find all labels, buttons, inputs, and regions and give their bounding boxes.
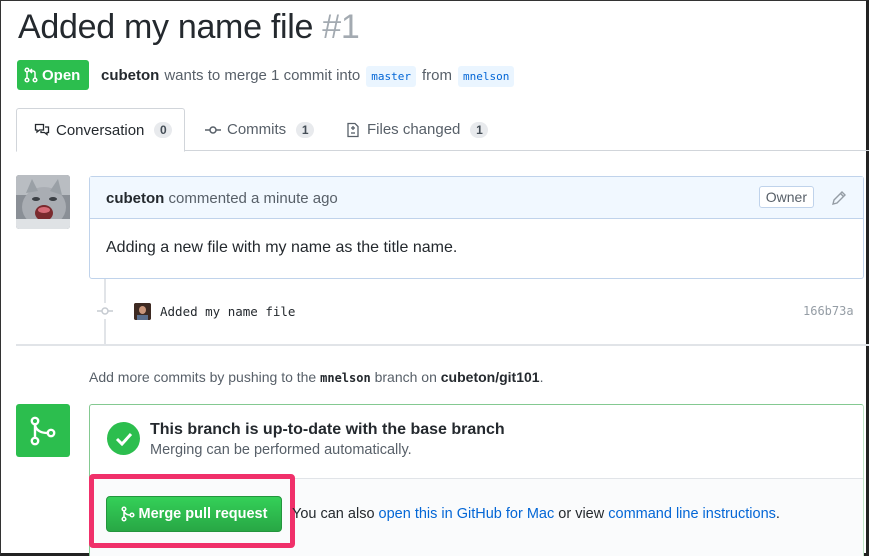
tab-label: Files changed [367,121,461,138]
comment-discussion-icon [34,123,50,136]
tab-commits[interactable]: Commits 1 [205,108,315,151]
avatar[interactable] [16,175,70,229]
hint-prefix: Add more commits by pushing to the [89,369,317,385]
git-pull-request-icon [24,67,38,83]
comment-time[interactable]: commented a minute ago [169,190,338,207]
commit-message[interactable]: Added my name file [160,304,295,319]
timeline-divider [16,344,869,346]
owner-badge: Owner [758,186,814,208]
merge-alternatives: You can also open this in GitHub for Mac… [292,506,780,522]
head-branch[interactable]: mnelson [458,66,515,87]
check-icon [107,422,140,455]
merge-pull-request-button[interactable]: Merge pull request [106,496,282,532]
commit-sha[interactable]: 166b73a [803,304,854,318]
also-suffix: . [775,506,780,522]
comment-author[interactable]: cubeton [106,190,164,207]
comment-card: cubeton commented a minute ago Owner Add… [89,176,864,279]
author-link[interactable]: cubeton [101,67,159,84]
git-merge-icon [30,416,56,445]
merge-subtitle: Merging can be performed automatically. [150,442,412,458]
push-hint: Add more commits by pushing to the mnels… [89,369,543,385]
cat-avatar-image [16,175,70,229]
comment-meta: cubeton commented a minute ago [106,190,338,207]
or-view-text: or view [558,506,605,522]
tab-bar: Conversation 0 Commits 1 Files changed 1 [16,108,869,152]
comment-header: cubeton commented a minute ago Owner [90,177,863,219]
merge-status-icon [16,404,70,457]
base-branch[interactable]: master [366,66,417,87]
git-commit-icon [205,125,221,134]
tab-label: Conversation [56,121,145,139]
commit-author-avatar[interactable] [134,303,151,320]
pr-title: Added my name file [18,8,314,46]
pr-number: #1 [322,8,360,46]
status-label: Open [42,66,81,84]
file-diff-icon [347,122,359,137]
tab-label: Commits [227,121,287,138]
merge-title: This branch is up-to-date with the base … [150,421,505,438]
hint-branch: mnelson [320,371,371,385]
tab-counter: 0 [154,122,173,138]
from-text: from [422,67,453,84]
merge-button-label: Merge pull request [138,506,268,522]
open-github-mac-link[interactable]: open this in GitHub for Mac [379,506,555,522]
tab-counter: 1 [296,121,315,138]
git-commit-icon [97,303,113,319]
hint-suffix: . [539,369,544,385]
also-prefix: You can also [292,506,375,522]
page-title: Added my name file #1 [18,8,360,47]
hint-repo: cubeton/git101 [440,369,540,385]
merge-text: wants to merge 1 commit into [164,67,361,84]
command-line-instructions-link[interactable]: command line instructions [608,506,776,522]
git-merge-icon [120,506,135,522]
tab-conversation[interactable]: Conversation 0 [16,108,185,152]
status-badge: Open [17,60,90,90]
pr-meta: cubeton wants to merge 1 commit into mas… [101,65,520,87]
tab-files-changed[interactable]: Files changed 1 [345,108,489,151]
hint-middle: branch on [374,369,437,385]
tab-counter: 1 [470,121,489,138]
comment-body: Adding a new file with my name as the ti… [106,239,458,256]
pencil-icon[interactable] [830,189,848,207]
